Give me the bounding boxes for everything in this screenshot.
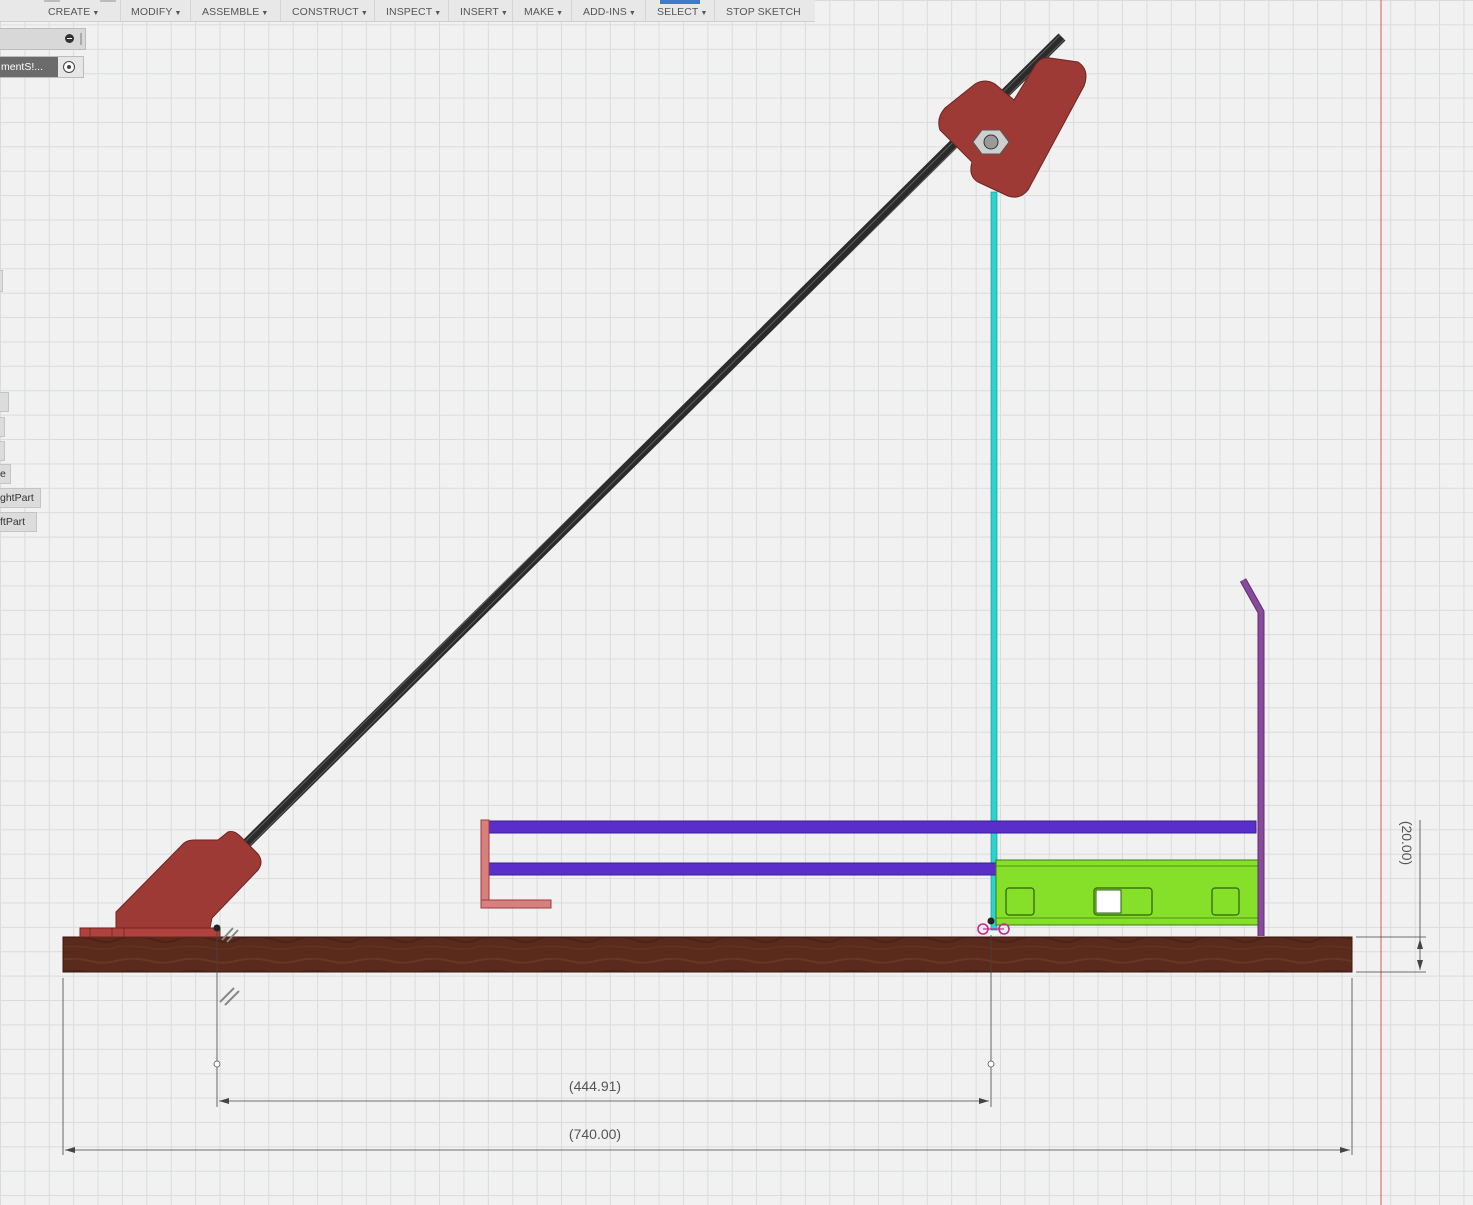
dimension-20[interactable]: (20.00) xyxy=(1356,820,1426,973)
chevron-down-icon: ▼ xyxy=(700,10,708,17)
toolbar-nub xyxy=(44,0,60,2)
menu-make-label: MAKE xyxy=(524,6,555,18)
menu-separator xyxy=(714,0,715,21)
browser-item[interactable]: e xyxy=(0,464,11,484)
top-bracket[interactable] xyxy=(938,57,1087,198)
menu-separator xyxy=(645,0,646,21)
menu-add-ins[interactable]: ADD-INS ▼ xyxy=(583,6,636,18)
sketch-point-right[interactable] xyxy=(987,917,995,925)
menu-make[interactable]: MAKE ▼ xyxy=(524,6,563,18)
upper-tube[interactable] xyxy=(485,820,1257,834)
stop-sketch-button[interactable]: STOP SKETCH xyxy=(726,6,801,18)
main-toolbar: CREATE ▼ MODIFY ▼ ASSEMBLE ▼ CONSTRUCT ▼ INS… xyxy=(0,0,815,22)
menu-construct[interactable]: CONSTRUCT ▼ xyxy=(292,6,368,18)
lower-tube[interactable] xyxy=(485,862,997,876)
menu-add-ins-label: ADD-INS xyxy=(583,6,627,18)
menu-create-label: CREATE xyxy=(48,6,91,18)
menu-assemble-label: ASSEMBLE xyxy=(202,6,260,18)
menu-separator xyxy=(280,0,281,21)
menu-construct-label: CONSTRUCT xyxy=(292,6,359,18)
component-label: mentS!... xyxy=(0,57,58,77)
menu-create[interactable]: CREATE ▼ xyxy=(48,6,99,18)
dimension-value-740[interactable]: (740.00) xyxy=(569,1126,621,1142)
browser-item-left-part[interactable]: ftPart xyxy=(0,512,37,532)
bottom-bracket[interactable] xyxy=(79,831,262,938)
menu-separator xyxy=(190,0,191,21)
select-active-indicator xyxy=(660,0,700,4)
menu-separator xyxy=(571,0,572,21)
browser-item-right-part[interactable]: ghtPart xyxy=(0,488,41,508)
dimension-value-444[interactable]: (444.91) xyxy=(569,1078,621,1094)
menu-insert-label: INSERT xyxy=(460,6,499,18)
menu-modify[interactable]: MODIFY ▼ xyxy=(131,6,181,18)
menu-select[interactable]: SELECT ▼ xyxy=(657,6,707,18)
chevron-down-icon: ▼ xyxy=(556,10,564,17)
design-canvas[interactable]: (444.91) (740.00) (20.00) xyxy=(0,0,1473,1205)
radio-icon[interactable] xyxy=(63,61,75,73)
browser-header[interactable] xyxy=(0,28,86,50)
base-board[interactable] xyxy=(62,936,1353,973)
menu-inspect[interactable]: INSPECT ▼ xyxy=(386,6,441,18)
browser-stub xyxy=(0,270,3,292)
sketch-point-left[interactable] xyxy=(213,924,221,932)
browser-stub[interactable] xyxy=(0,417,5,437)
stop-sketch-label: STOP SKETCH xyxy=(726,6,801,18)
menu-separator xyxy=(120,0,121,21)
chevron-down-icon: ▼ xyxy=(434,10,442,17)
toolbar-nub xyxy=(100,0,116,2)
menu-insert[interactable]: INSERT ▼ xyxy=(460,6,508,18)
browser-stub[interactable] xyxy=(0,392,9,412)
menu-separator xyxy=(448,0,449,21)
threaded-rod[interactable] xyxy=(236,33,1066,854)
green-carriage[interactable] xyxy=(995,859,1259,926)
minus-circle-icon[interactable] xyxy=(65,34,74,43)
chevron-down-icon: ▼ xyxy=(174,10,182,17)
menu-separator xyxy=(512,0,513,21)
chevron-down-icon: ▼ xyxy=(628,10,636,17)
menu-assemble[interactable]: ASSEMBLE ▼ xyxy=(202,6,268,18)
panel-grip[interactable] xyxy=(80,33,82,45)
dimension-value-20[interactable]: (20.00) xyxy=(1399,821,1415,865)
chevron-down-icon: ▼ xyxy=(92,10,100,17)
menu-inspect-label: INSPECT xyxy=(386,6,433,18)
cyan-post[interactable] xyxy=(990,191,998,931)
menu-separator xyxy=(374,0,375,21)
chevron-down-icon: ▼ xyxy=(360,10,368,17)
menu-modify-label: MODIFY xyxy=(131,6,173,18)
menu-select-label: SELECT xyxy=(657,6,699,18)
browser-component-row[interactable]: mentS!... xyxy=(0,56,84,78)
parallel-constraint-icon[interactable] xyxy=(219,987,240,1006)
browser-stub[interactable] xyxy=(0,441,5,461)
chevron-down-icon: ▼ xyxy=(500,10,508,17)
chevron-down-icon: ▼ xyxy=(261,10,269,17)
dimension-740[interactable]: (740.00) xyxy=(62,978,1353,1155)
